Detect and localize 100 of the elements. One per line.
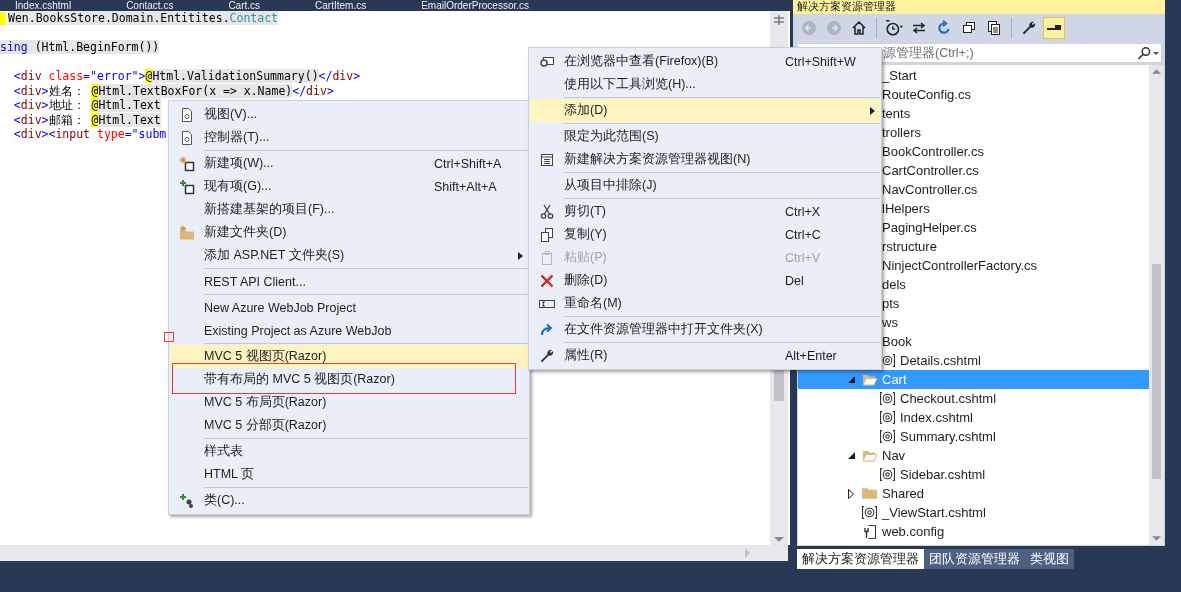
tree-item[interactable]: Book [882,334,912,349]
plus-square-icon [179,178,195,195]
preview-button[interactable] [1043,16,1065,39]
menu-item[interactable]: 限定为此范围(S) [530,125,880,148]
razor-file-icon [880,411,895,424]
stacked-windows-icon [961,19,977,36]
menu-item[interactable]: 新建解决方案资源管理器视图(N) [530,148,880,171]
tree-item[interactable]: Sidebar.cshtml [900,467,986,482]
vertical-scrollbar[interactable] [1149,65,1164,545]
razor-file-icon [880,430,895,443]
tree-item[interactable]: tents [882,106,911,121]
tree-item[interactable]: BookController.cs [882,144,984,159]
panel-tab[interactable]: 类视图 [1025,549,1074,569]
menu-item[interactable]: 重命名(M) [530,292,880,315]
tree-item[interactable]: NavController.cs [882,182,978,197]
scroll-up-icon [1152,69,1161,74]
tree-item[interactable]: Index.cshtml [900,410,973,425]
menu-item[interactable]: 视图(V)... [170,103,528,126]
razor-file-icon [862,506,877,519]
document-tab[interactable]: Contact.cs [126,0,174,11]
tree-item[interactable]: rstructure [882,239,937,254]
wrench-icon [1021,19,1037,36]
menu-item[interactable]: New Azure WebJob Project [170,296,528,319]
menu-item[interactable]: REST API Client... [170,270,528,293]
clipboard-icon [539,249,555,266]
panel-tab[interactable]: 团队资源管理器 [924,549,1025,569]
expanded-arrow-icon [848,452,855,459]
menu-item[interactable]: HTML 页 [170,463,528,486]
submenu-arrow-icon [869,106,875,115]
tree-item[interactable]: _ViewStart.cshtml [882,505,986,520]
shortcut-text: Ctrl+X [785,204,821,219]
tree-item[interactable]: CartController.cs [882,163,979,178]
code-line: Wen.BooksStore.Domain.Entitites.Contact [8,11,279,26]
menu-item[interactable]: 现有项(G)... Shift+Alt+A [170,175,528,198]
document-tab[interactable]: EmailOrderProcessor.cs [421,0,529,11]
star-square-icon [179,155,195,172]
shortcut-text: Ctrl+Shift+A [434,156,502,171]
tree-item[interactable]: dels [882,277,906,292]
menu-item[interactable]: 新建文件夹(D) [170,221,528,244]
razor-file-icon [880,392,895,405]
tree-item[interactable]: lHelpers [882,201,930,216]
tree-item[interactable]: ws [882,315,898,330]
menu-item[interactable]: 带有布局的 MVC 5 视图页(Razor) [170,368,528,391]
menu-item[interactable]: 新建项(W)... Ctrl+Shift+A [170,152,528,175]
scroll-right-icon [745,548,750,558]
menu-item[interactable]: 删除(D) Del [530,269,880,292]
menu-item[interactable]: 使用以下工具浏览(H)... [530,73,880,96]
menu-item[interactable]: 添加(D) [530,99,880,122]
tree-item[interactable]: trollers [882,125,921,140]
menu-item[interactable]: 类(C)... [170,489,528,512]
menu-item[interactable]: 添加 ASP.NET 文件夹(S) [170,244,528,267]
split-handle-icon [773,14,785,26]
tree-item[interactable]: RouteConfig.cs [882,87,971,102]
tree-item[interactable]: NinjectControllerFactory.cs [882,258,1038,273]
tree-item[interactable]: Shared [882,486,924,501]
menu-item[interactable]: 复制(Y) Ctrl+C [530,223,880,246]
menu-item[interactable]: 在文件资源管理器中打开文件夹(X) [530,318,880,341]
folder-icon [862,488,877,499]
document-tab[interactable]: Cart.cs [228,0,261,11]
wrench-icon [539,347,555,364]
document-tab[interactable]: Index.cshtml [15,0,72,11]
menu-item[interactable]: MVC 5 视图页(Razor) [170,345,528,368]
tree-item[interactable]: pts [882,296,900,311]
panel-tab[interactable]: 解决方案资源管理器 [797,549,924,569]
folder-star-icon [179,224,195,241]
code-line: <div>姓名： @Html.TextBoxFor(x => x.Name)</div> [12,83,334,98]
menu-item[interactable]: MVC 5 分部页(Razor) [170,414,528,437]
tree-item[interactable]: PagingHelper.cs [882,220,977,235]
submenu-arrow-icon [517,251,523,260]
menu-item[interactable]: 新搭建基架的项目(F)... [170,198,528,221]
menu-item[interactable]: MVC 5 布局页(Razor) [170,391,528,414]
page-icon [179,106,195,123]
menu-item[interactable]: 剪切(T) Ctrl+X [530,200,880,223]
scrollbar-thumb[interactable] [1152,264,1161,479]
code-line: <div>邮箱： @Html.Text [12,112,161,127]
plus-gears-icon [179,492,195,509]
menu-item[interactable]: Existing Project as Azure WebJob [170,319,528,342]
shortcut-text: Ctrl+V [785,250,821,265]
shortcut-text: Ctrl+C [785,227,821,242]
menu-item[interactable]: 从项目中排除(J) [530,174,880,197]
shortcut-text: Alt+Enter [785,348,837,363]
scissors-icon [539,203,555,220]
menu-item[interactable]: 属性(R) Alt+Enter [530,344,880,367]
document-tab[interactable]: CartItem.cs [315,0,367,11]
tree-item[interactable]: _Start [882,68,917,83]
tree-item[interactable]: Details.cshtml [900,353,981,368]
tree-item[interactable]: Summary.cshtml [900,429,996,444]
menu-item[interactable]: 样式表 [170,440,528,463]
tree-item[interactable]: Checkout.cshtml [900,391,997,406]
sync-arrows-icon [911,19,927,36]
rename-box-icon [539,299,555,308]
tree-item[interactable]: web.config [882,524,945,539]
window-list-icon [539,151,555,168]
tree-item[interactable]: Nav [882,448,906,463]
collapsed-arrow-icon [848,488,854,499]
code-line: <div><input type="subm [12,127,167,142]
horizontal-scrollbar[interactable] [0,545,788,561]
marker-square [164,332,174,342]
razor-file-icon [880,468,895,481]
menu-item[interactable]: 控制器(T)... [170,126,528,149]
